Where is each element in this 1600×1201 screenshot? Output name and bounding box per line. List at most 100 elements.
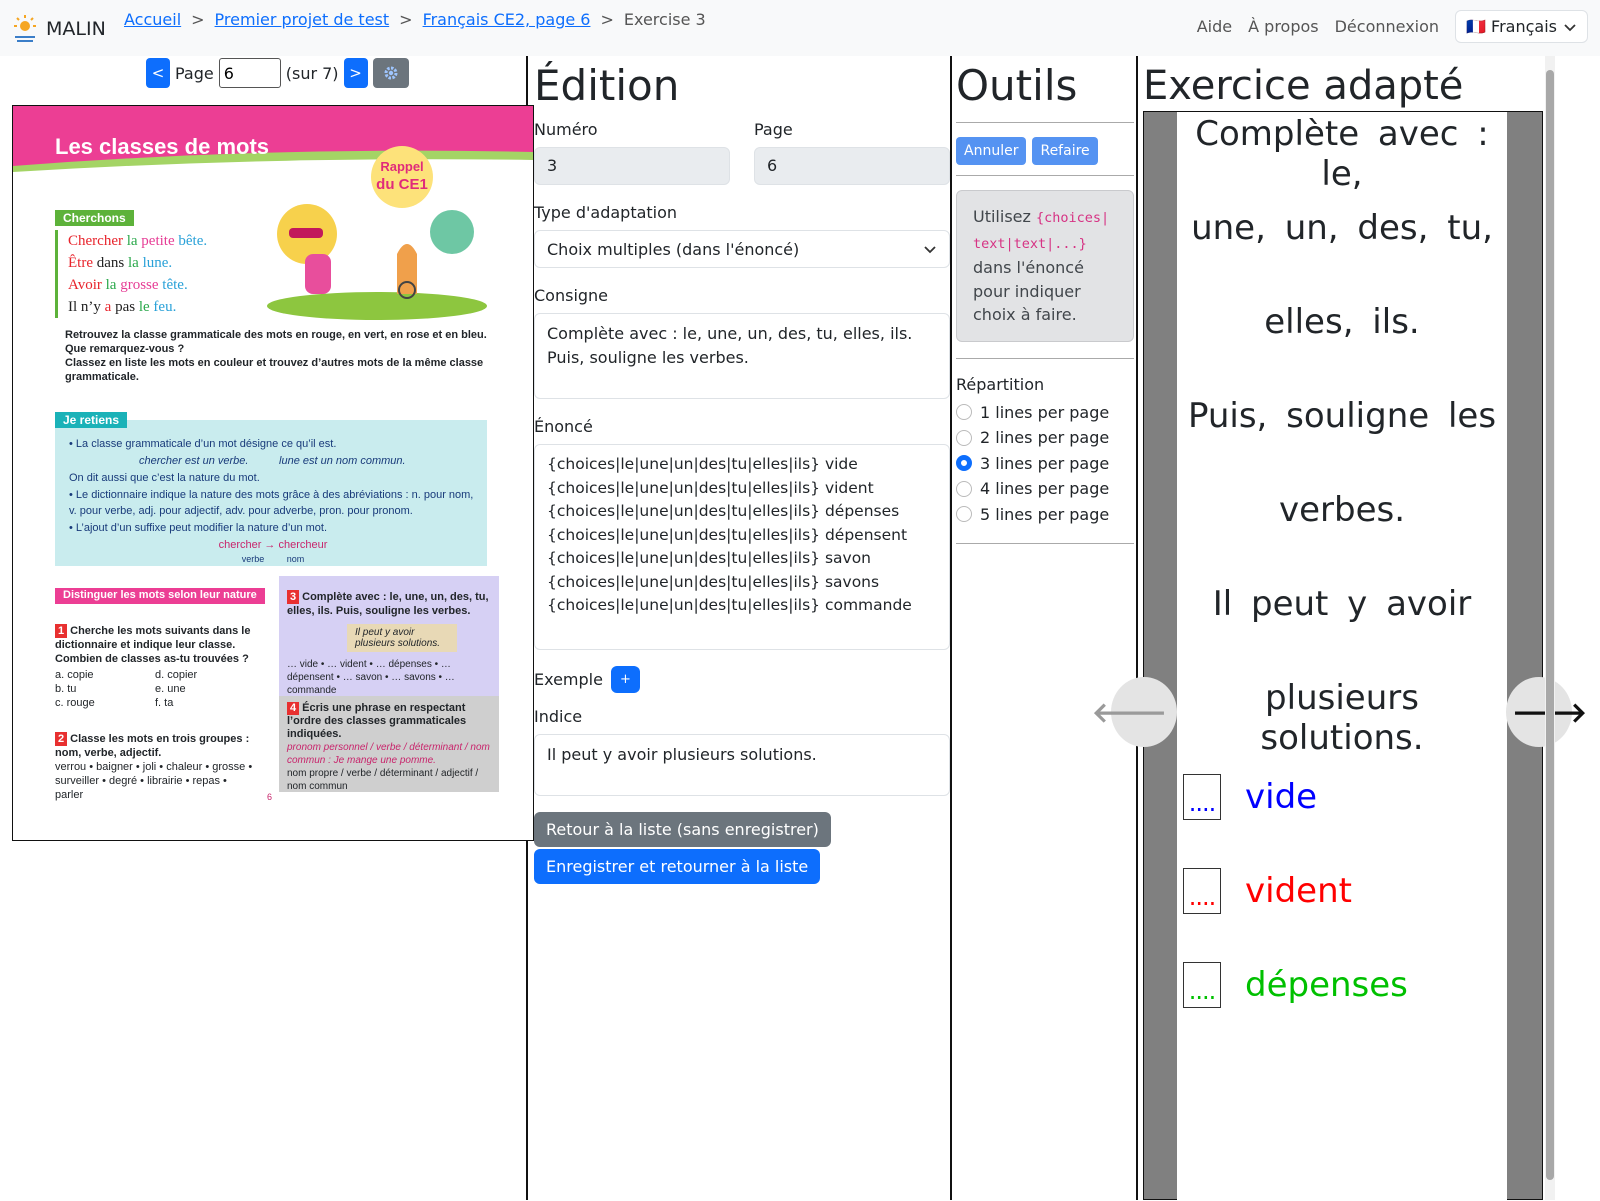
colored-word: le	[138, 299, 150, 315]
exercise-item: a. copie	[55, 669, 94, 681]
repartition-option-3[interactable]: 3 lines per page	[956, 451, 1134, 477]
exercise-number: 4	[287, 702, 300, 715]
column-divider	[950, 56, 952, 1200]
page-label: Page	[175, 63, 214, 83]
repartition-label: Répartition	[956, 374, 1045, 394]
breadcrumb-home-link[interactable]: Accueil	[124, 10, 181, 29]
brand[interactable]: MALIN	[12, 14, 106, 44]
breadcrumb: Accueil > Premier projet de test > Franç…	[124, 10, 706, 29]
breadcrumb-textbook-link[interactable]: Français CE2, page 6	[423, 10, 591, 29]
consigne-label: Consigne	[534, 286, 609, 305]
language-select[interactable]: 🇫🇷 Français	[1455, 10, 1588, 43]
logout-link[interactable]: Déconnexion	[1335, 17, 1439, 36]
scrollbar[interactable]	[1545, 56, 1555, 1200]
exercise-text: Écris une phrase en respectant l’ordre d…	[287, 702, 467, 740]
page-number-input[interactable]	[218, 58, 281, 88]
settings-button[interactable]	[372, 58, 409, 88]
enonce-textarea[interactable]: {choices|le|une|un|des|tu|elles|ils} vid…	[534, 444, 950, 650]
cherchons-sentence: Il n’y a pas le feu.	[68, 296, 207, 318]
about-link[interactable]: À propos	[1248, 17, 1318, 36]
tools-panel: Outils Annuler Refaire Utilisez {choices…	[956, 56, 1134, 554]
exercise-2: 2 Classe les mots en trois groupes : nom,…	[55, 732, 255, 802]
repartition-option-4[interactable]: 4 lines per page	[956, 476, 1134, 502]
retiens-box: • La classe grammaticale d’un mot désign…	[55, 420, 487, 566]
exercise-4: 4 Écris une phrase en respectant l’ordre …	[279, 696, 499, 792]
undo-button[interactable]: Annuler	[956, 137, 1027, 165]
exercise-3: 3 Complète avec : le, une, un, des, tu, e…	[279, 576, 499, 696]
language-label: 🇫🇷 Français	[1466, 17, 1557, 36]
colored-word: Avoir	[68, 277, 102, 293]
colored-word: dans	[92, 255, 128, 271]
save-and-return-button[interactable]: Enregistrer et retourner à la liste	[534, 849, 821, 884]
badge-line: Rappel	[380, 159, 424, 174]
adapted-exercise-panel: Exercice adapté Complète avec : le, une,…	[1092, 56, 1587, 1201]
cherchons-instructions: Retrouvez la classe grammaticale des mot…	[65, 328, 505, 384]
choice-box[interactable]: ....	[1183, 774, 1221, 820]
choice-row: .... dépenses	[1183, 962, 1408, 1008]
breadcrumb-separator: >	[600, 10, 614, 29]
choice-row: .... vident	[1183, 868, 1352, 914]
next-page-button[interactable]: >	[343, 58, 368, 88]
scrollbar-thumb[interactable]	[1546, 70, 1554, 1180]
instruction-line: Retrouvez la classe grammaticale des mot…	[65, 329, 487, 355]
indice-label: Indice	[534, 707, 583, 726]
indice-textarea[interactable]: Il peut y avoir plusieurs solutions.	[534, 734, 950, 796]
add-example-button[interactable]: +	[610, 666, 640, 693]
retiens-line: chercher est un verbe. lune est un nom c…	[139, 455, 406, 467]
brand-name: MALIN	[46, 18, 106, 40]
help-link[interactable]: Aide	[1197, 17, 1232, 36]
hint-bubble: Il peut y avoir plusieurs solutions.	[347, 624, 457, 652]
breadcrumb-project-link[interactable]: Premier projet de test	[215, 10, 390, 29]
badge-line: du CE1	[376, 176, 428, 193]
exercise-text: Complète avec : le, une, un, des, tu, el…	[287, 591, 489, 617]
exercise-text: Classe les mots en trois groupes : nom, …	[55, 733, 250, 759]
tools-heading: Outils	[956, 61, 1078, 110]
exercise-words: nom propre / verbe / déterminant / adjec…	[287, 768, 479, 792]
option-label: 5 lines per page	[980, 504, 1110, 524]
repartition-option-2[interactable]: 2 lines per page	[956, 425, 1134, 451]
divider	[956, 175, 1134, 176]
nav-links: Aide À propos Déconnexion 🇫🇷 Français	[1197, 10, 1588, 43]
radio-icon	[956, 429, 972, 446]
choice-word: vide	[1245, 777, 1318, 817]
exemple-label: Exemple	[534, 670, 603, 689]
page-field-label: Page	[754, 120, 793, 139]
adapted-preview: Complète avec : le, une, un, des, tu, el…	[1092, 111, 1587, 1201]
enonce-label: Énoncé	[534, 417, 593, 436]
exercise-item: e. une	[155, 683, 186, 695]
adapted-line: elles, ils.	[1264, 302, 1420, 342]
exercise-item: b. tu	[55, 683, 77, 695]
cartoon-illustration-icon	[267, 204, 487, 320]
colored-word: tête.	[158, 277, 188, 293]
instruction-line: Classez en liste les mots en couleur et …	[65, 357, 484, 383]
repartition-option-1[interactable]: 1 lines per page	[956, 400, 1134, 426]
redo-button[interactable]: Refaire	[1032, 137, 1098, 165]
next-page-arrow-icon[interactable]: 🡒	[1506, 677, 1587, 747]
colored-word: la	[122, 233, 142, 249]
back-without-saving-button[interactable]: Retour à la liste (sans enregistrer)	[534, 812, 831, 847]
adaptation-type-select[interactable]: Choix multiples (dans l'énoncé)	[534, 230, 950, 268]
colored-word: la	[127, 255, 139, 271]
choice-row: .... vide	[1183, 774, 1317, 820]
colored-word: bête.	[174, 233, 208, 249]
exercise-item: d. copier	[155, 669, 198, 681]
exercise-item: c. rouge	[55, 697, 95, 709]
radio-icon	[956, 480, 972, 497]
retiens-line: chercher → chercheur	[218, 539, 328, 551]
adapted-line: une, un, des, tu,	[1191, 208, 1493, 248]
previous-page-button[interactable]: <	[146, 58, 170, 88]
top-navbar: MALIN Accueil > Premier projet de test >…	[0, 0, 1600, 56]
choice-box[interactable]: ....	[1183, 868, 1221, 914]
textbook-title: Les classes de mots	[55, 134, 270, 159]
exercise-words: … vide • … vident • … dépenses • … dépen…	[287, 659, 455, 696]
retiens-line: • Le dictionnaire indique la nature des …	[69, 489, 474, 517]
previous-page-arrow-icon[interactable]: 🡐	[1092, 677, 1177, 747]
choice-box[interactable]: ....	[1183, 962, 1221, 1008]
consigne-textarea[interactable]: Complète avec : le, une, un, des, tu, el…	[534, 313, 950, 399]
colored-word: la	[101, 277, 121, 293]
option-label: 3 lines per page	[980, 453, 1110, 473]
repartition-option-5[interactable]: 5 lines per page	[956, 502, 1134, 528]
divider	[956, 543, 1134, 544]
exercise-example: pronom personnel / verbe / déterminant /…	[287, 742, 490, 766]
option-label: 2 lines per page	[980, 428, 1110, 448]
